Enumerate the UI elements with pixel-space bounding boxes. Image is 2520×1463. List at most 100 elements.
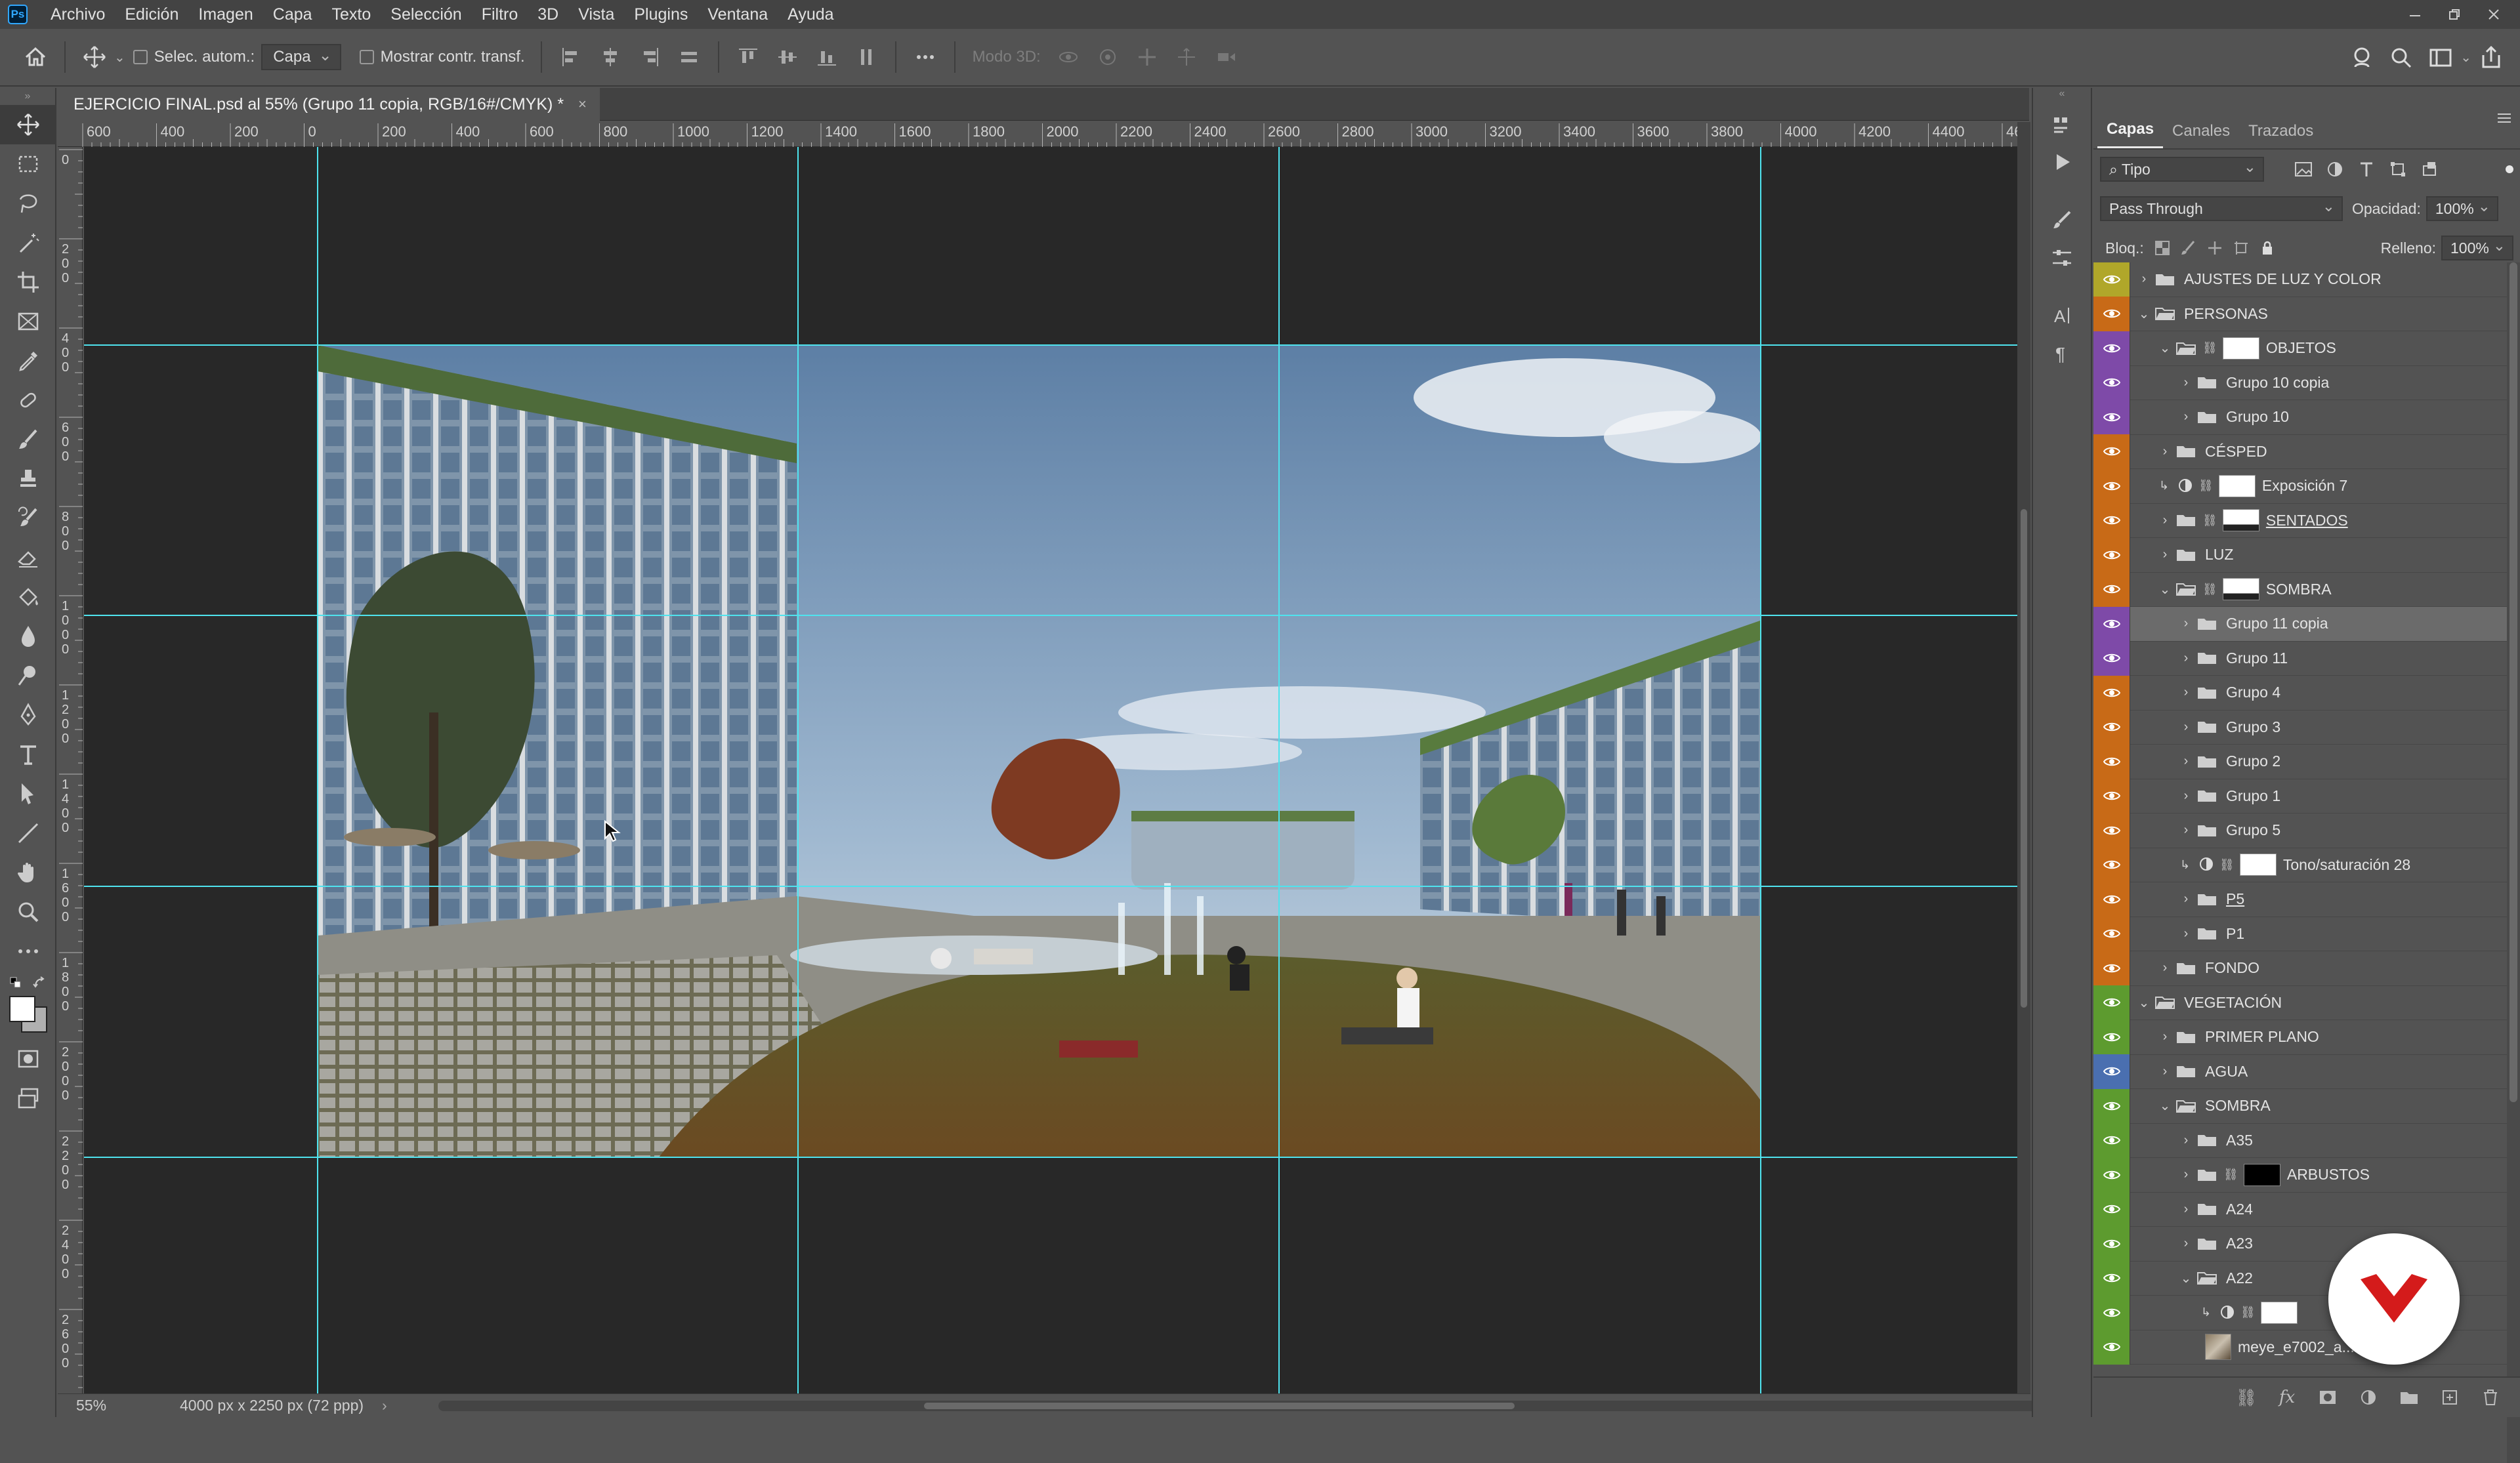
layer-row[interactable]: › ⛓ ARBUSTOS	[2093, 1157, 2507, 1193]
layer-mask-thumbnail[interactable]	[2222, 337, 2259, 360]
layer-row[interactable]: › A35	[2093, 1123, 2507, 1158]
distribute-vertical-icon[interactable]	[848, 39, 885, 75]
brush-settings-icon[interactable]	[2033, 201, 2091, 239]
status-menu-chevron-icon[interactable]: ›	[382, 1397, 387, 1414]
guide-vertical[interactable]	[317, 147, 318, 1393]
new-adjustment-layer-icon[interactable]	[2348, 1383, 2389, 1412]
menu-item[interactable]: Imagen	[188, 0, 262, 29]
search-icon[interactable]	[2383, 39, 2420, 76]
chevron-right-icon[interactable]: ›	[2177, 754, 2194, 769]
chevron-down-icon[interactable]: ⌄	[2156, 1098, 2174, 1114]
home-icon[interactable]	[17, 39, 54, 75]
visibility-eye-icon[interactable]	[2093, 468, 2130, 503]
visibility-eye-icon[interactable]	[2093, 365, 2130, 400]
guide-horizontal[interactable]	[84, 1157, 2017, 1158]
chevron-down-icon[interactable]: ⌄	[2135, 995, 2152, 1011]
add-mask-icon[interactable]	[2307, 1383, 2348, 1412]
visibility-eye-icon[interactable]	[2093, 985, 2130, 1020]
chevron-right-icon[interactable]: ›	[2135, 272, 2152, 287]
layer-row[interactable]: › AGUA	[2093, 1054, 2507, 1089]
layer-row[interactable]: › Grupo 11	[2093, 641, 2507, 676]
foreground-color-swatch[interactable]	[9, 996, 35, 1022]
layer-row[interactable]: › PRIMER PLANO	[2093, 1020, 2507, 1055]
architecture-render-image[interactable]	[318, 345, 1760, 1157]
mask-link-icon[interactable]: ⛓	[2240, 1306, 2256, 1319]
minimize-button[interactable]	[2395, 0, 2435, 29]
chevron-right-icon[interactable]: ›	[2177, 409, 2194, 424]
visibility-eye-icon[interactable]	[2093, 848, 2130, 882]
clone-stamp-tool[interactable]	[0, 459, 56, 499]
swap-colors-icon[interactable]	[33, 976, 47, 991]
visibility-eye-icon[interactable]	[2093, 710, 2130, 745]
layer-row[interactable]: › ⛓ SENTADOS	[2093, 503, 2507, 538]
default-colors-icon[interactable]	[9, 976, 22, 989]
zoom-level[interactable]: 55%	[76, 1397, 161, 1414]
menu-item[interactable]: Capa	[263, 0, 322, 29]
layer-row[interactable]: › FONDO	[2093, 951, 2507, 986]
filter-type-icon[interactable]	[2351, 157, 2382, 181]
mask-link-icon[interactable]: ⛓	[2202, 583, 2217, 596]
layer-mask-thumbnail[interactable]	[2239, 854, 2277, 876]
pen-tool[interactable]	[0, 695, 56, 735]
blend-mode-dropdown[interactable]: Pass Through	[2100, 196, 2343, 221]
layer-row[interactable]: › Grupo 1	[2093, 779, 2507, 814]
visibility-eye-icon[interactable]	[2093, 1330, 2130, 1365]
visibility-eye-icon[interactable]	[2093, 641, 2130, 676]
mask-link-icon[interactable]: ⛓	[2198, 479, 2214, 493]
magic-wand-tool[interactable]	[0, 223, 56, 262]
paint-bucket-tool[interactable]	[0, 577, 56, 617]
visibility-eye-icon[interactable]	[2093, 434, 2130, 469]
tab-trazados[interactable]: Trazados	[2239, 122, 2322, 148]
menu-item[interactable]: Ventana	[698, 0, 778, 29]
visibility-eye-icon[interactable]	[2093, 1226, 2130, 1261]
chevron-right-icon[interactable]: ›	[2177, 1202, 2194, 1217]
distribute-horizontal-icon[interactable]	[671, 39, 707, 75]
character-panel-icon[interactable]: A	[2033, 297, 2091, 335]
filter-pixel-icon[interactable]	[2288, 157, 2319, 181]
delete-layer-icon[interactable]	[2470, 1383, 2511, 1412]
mask-link-icon[interactable]: ⛓	[2219, 858, 2235, 872]
layer-mask-thumbnail[interactable]	[2218, 474, 2256, 497]
lock-position-icon[interactable]	[2207, 240, 2223, 256]
visibility-eye-icon[interactable]	[2093, 1054, 2130, 1089]
align-center-icon[interactable]	[592, 39, 629, 75]
layer-mask-thumbnail[interactable]	[2222, 578, 2259, 601]
layer-row[interactable]: › Grupo 11 copia	[2093, 606, 2507, 642]
chevron-right-icon[interactable]: ›	[2156, 960, 2174, 976]
quick-mask-icon[interactable]	[0, 1039, 56, 1079]
layer-row[interactable]: ⌄ VEGETACIÓN	[2093, 985, 2507, 1020]
layer-mask-thumbnail[interactable]	[2243, 1163, 2280, 1186]
layer-row[interactable]: › A24	[2093, 1192, 2507, 1227]
align-right-icon[interactable]	[631, 39, 668, 75]
workspace-chevron-icon[interactable]: ⌄	[2460, 39, 2471, 76]
fill-input[interactable]: 100%	[2441, 236, 2513, 260]
layer-row[interactable]: › Grupo 5	[2093, 813, 2507, 848]
vertical-scrollbar[interactable]	[2017, 122, 2030, 1393]
layer-row[interactable]: › Grupo 2	[2093, 744, 2507, 779]
close-tab-icon[interactable]: ×	[578, 96, 587, 113]
lock-all-icon[interactable]	[2259, 240, 2275, 256]
visibility-eye-icon[interactable]	[2093, 779, 2130, 814]
layers-scrollbar[interactable]	[2507, 262, 2520, 1463]
layer-row[interactable]: › AJUSTES DE LUZ Y COLOR	[2093, 262, 2507, 297]
menu-item[interactable]: Archivo	[41, 0, 115, 29]
tab-canales[interactable]: Canales	[2163, 122, 2239, 148]
layer-filter-dropdown[interactable]: ⌕ Tipo	[2100, 157, 2264, 182]
learn-icon[interactable]	[2343, 39, 2380, 76]
menu-item[interactable]: Selección	[381, 0, 471, 29]
horizontal-ruler[interactable]: 600 400 200 0 200 400 600 800 1000 1200 1400 1600 18…	[58, 122, 2017, 147]
layer-row[interactable]: ↳ ⛓ Exposición 7	[2093, 468, 2507, 504]
history-brush-tool[interactable]	[0, 499, 56, 538]
visibility-eye-icon[interactable]	[2093, 262, 2130, 297]
menu-item[interactable]: Vista	[568, 0, 624, 29]
menu-item[interactable]: Filtro	[472, 0, 528, 29]
lasso-tool[interactable]	[0, 184, 56, 223]
tab-capas[interactable]: Capas	[2097, 120, 2164, 148]
expand-panels-icon[interactable]: «	[2033, 88, 2091, 105]
blur-tool[interactable]	[0, 617, 56, 656]
layer-row[interactable]: ⌄ SOMBRA	[2093, 1088, 2507, 1124]
frame-tool[interactable]	[0, 302, 56, 341]
layer-row[interactable]: › Grupo 3	[2093, 710, 2507, 745]
align-middle-icon[interactable]	[769, 39, 806, 75]
canvas-area[interactable]	[84, 147, 2017, 1393]
